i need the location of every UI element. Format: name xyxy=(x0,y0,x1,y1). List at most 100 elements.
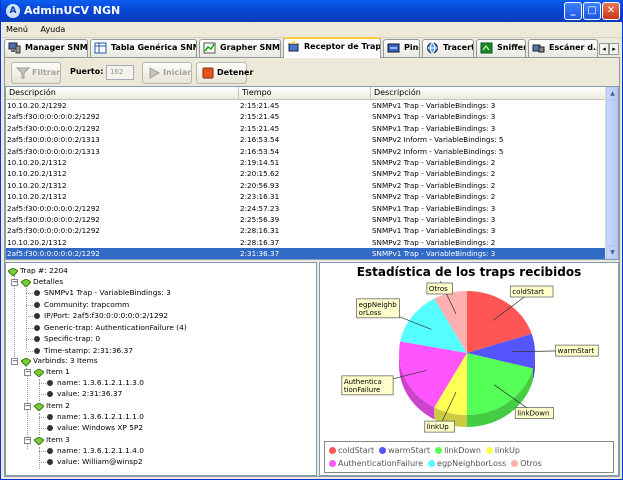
collapse-toggle[interactable]: − xyxy=(11,358,18,365)
tree-leaf-detail[interactable]: Time-stamp: 2:31:36.37 xyxy=(44,346,133,356)
table-row[interactable]: 10.10.20.2/1292 2:15:21.45 SNMPv1 Trap - V… xyxy=(6,100,606,111)
table-row[interactable]: 2af5:f30:0:0:0:0:0:2/1292 2:15:21.45 SNMPv… xyxy=(6,111,606,122)
tab-trap-receiver[interactable]: Receptor de Traps xyxy=(283,37,381,58)
table-row[interactable]: 2af5:f30:0:0:0:0:0:2/1292 2:15:21.45 SNMPv… xyxy=(6,123,606,134)
tree-root-trap[interactable]: Trap #: 2204 xyxy=(20,266,68,276)
table-row[interactable]: 10.10.20.2/1312 2:20:56.93 SNMPv2 Trap - V… xyxy=(6,180,606,191)
tree-leaf-oid-value[interactable]: value: 2:31:36.37 xyxy=(57,389,122,399)
cell-source: 2af5:f30:0:0:0:0:0:2/1313 xyxy=(7,135,100,145)
tree-leaf-oid-value[interactable]: value: William@winsp2 xyxy=(57,457,143,467)
table-row[interactable]: 10.10.20.2/1312 2:23:16.31 SNMPv2 Trap - V… xyxy=(6,191,606,202)
cell-time: 2:16:53.54 xyxy=(240,146,280,156)
tab-label: Sniffer xyxy=(497,43,526,52)
tab-tracert[interactable]: Tracert xyxy=(422,39,474,57)
legend-label: egpNeighborLoss xyxy=(437,459,507,468)
tree-connector xyxy=(39,462,46,463)
slice-label: Otros xyxy=(426,282,453,295)
slice-label: linkUp xyxy=(424,420,455,433)
legend-item: linkDown xyxy=(435,444,481,457)
tree-leaf-oid-name[interactable]: name: 1.3.6.1.2.1.1.1.0 xyxy=(57,412,144,422)
tree-node-details[interactable]: Detalles xyxy=(33,277,63,287)
table-row[interactable]: 2af5:f30:0:0:0:0:0:2/1292 2:24:57.23 SNMPv… xyxy=(6,203,606,214)
tree-node-item[interactable]: Item 3 xyxy=(46,435,70,445)
tree-node-item[interactable]: Item 2 xyxy=(46,401,70,411)
table-row[interactable]: 2af5:f30:0:0:0:0:0:2/1292 2:28:16.31 SNMPv… xyxy=(6,225,606,236)
tree-leaf-detail[interactable]: SNMPv1 Trap - VariableBindings: 3 xyxy=(44,288,171,298)
collapse-toggle[interactable]: − xyxy=(24,369,31,376)
table-row[interactable]: 2af5:f30:0:0:0:0:0:2/1292 2:31:36.37 SNMPv… xyxy=(6,248,606,259)
close-button[interactable]: ✕ xyxy=(602,2,620,20)
cell-description: SNMPv1 Trap - VariableBindings: 3 xyxy=(372,112,496,122)
tree-leaf-detail[interactable]: Generic-trap: AuthenticationFailure (4) xyxy=(44,323,187,333)
tree-node-varbinds[interactable]: Varbinds: 3 Items xyxy=(33,356,98,366)
grapher-icon xyxy=(203,42,216,54)
column-header-source[interactable]: Descripción xyxy=(6,87,239,100)
cell-source: 10.10.20.2/1312 xyxy=(7,237,67,247)
tree-leaf-detail[interactable]: IP/Port: 2af5:f30:0:0:0:0:0:2/1292 xyxy=(44,311,168,321)
tab-sniffer[interactable]: Sniffer xyxy=(476,39,526,57)
table-row[interactable]: 2af5:f30:0:0:0:0:0:2/1292 2:25:56.39 SNMPv… xyxy=(6,214,606,225)
tab-scroll-right-button[interactable]: ▸ xyxy=(609,43,619,55)
tree-leaf-detail[interactable]: Specific-trap: 0 xyxy=(44,334,100,344)
start-button[interactable]: Iniciar xyxy=(142,62,192,84)
table-scrollbar[interactable]: ▲ ▼ xyxy=(605,87,618,259)
cell-source: 10.10.20.2/1292 xyxy=(7,101,67,110)
cell-time: 2:24:57.23 xyxy=(240,203,280,213)
tree-leaf-oid-value[interactable]: value: Windows XP 5P2 xyxy=(57,423,143,433)
legend-swatch xyxy=(329,460,336,467)
table-row[interactable]: 2af5:f30:0:0:0:0:0:2/1313 2:16:53.54 SNMPv… xyxy=(6,146,606,157)
table-row[interactable]: 10.10.20.2/1312 2:28:16.37 SNMPv2 Trap - V… xyxy=(6,237,606,248)
legend-swatch xyxy=(511,460,519,467)
legend-label: linkDown xyxy=(444,446,481,455)
title-bar[interactable]: A AdminUCV NGN _ □ ✕ xyxy=(1,0,622,22)
tree-leaf-detail[interactable]: Community: trapcomm xyxy=(44,300,129,310)
stop-button[interactable]: Detener xyxy=(196,62,253,84)
globe-icon xyxy=(427,42,438,54)
tree-node-icon xyxy=(34,437,44,445)
legend-label: AuthenticationFailure xyxy=(338,459,424,468)
tree-leaf-oid-name[interactable]: name: 1.3.6.1.2.1.1.3.0 xyxy=(57,378,144,388)
tree-leaf-oid-name[interactable]: name: 1.3.6.1.2.1.1.4.0 xyxy=(57,446,144,456)
collapse-toggle[interactable]: − xyxy=(11,279,18,286)
tab-scroll-left-button[interactable]: ◂ xyxy=(599,43,609,55)
tree-connector xyxy=(26,339,33,340)
cell-time: 2:23:16.31 xyxy=(240,192,280,202)
manager-icon xyxy=(8,42,21,54)
menu-item-menu[interactable]: Menú xyxy=(1,22,33,38)
leaf-bullet-icon xyxy=(47,459,53,465)
tab-grapher-snmp[interactable]: Grapher SNMP xyxy=(199,39,281,57)
scroll-thumb[interactable] xyxy=(606,100,618,246)
collapse-toggle[interactable]: − xyxy=(24,403,31,410)
table-row[interactable]: 10.10.20.2/1312 2:19:14.51 SNMPv2 Trap - V… xyxy=(6,157,606,168)
scroll-down-arrow[interactable]: ▼ xyxy=(606,246,618,259)
slice-label: linkDown xyxy=(514,407,554,419)
table-body: 10.10.20.2/1292 2:15:21.45 SNMPv1 Trap - V… xyxy=(6,100,606,259)
scroll-up-arrow[interactable]: ▲ xyxy=(606,87,618,100)
tree-node-item[interactable]: Item 1 xyxy=(46,367,70,377)
tab-ping[interactable]: Ping xyxy=(383,39,420,57)
column-header-time[interactable]: Tiempo xyxy=(239,87,371,100)
maximize-button[interactable]: □ xyxy=(583,2,601,20)
cell-time: 2:28:16.37 xyxy=(240,237,280,247)
collapse-toggle[interactable]: − xyxy=(24,437,31,444)
cell-description: SNMPv2 Trap - VariableBindings: 2 xyxy=(372,169,496,179)
port-label: Puerto: xyxy=(70,67,104,76)
legend-item: coldStart xyxy=(329,444,374,457)
scanner-icon xyxy=(532,44,545,53)
port-input[interactable]: 162 xyxy=(106,65,134,80)
table-row[interactable]: 2af5:f30:0:0:0:0:0:2/1313 2:16:53.54 SNMPv… xyxy=(6,134,606,145)
legend-swatch xyxy=(329,447,336,454)
minimize-button[interactable]: _ xyxy=(564,2,582,20)
tab-scanner[interactable]: Escáner d... xyxy=(528,39,598,57)
cell-description: SNMPv2 Trap - VariableBindings: 2 xyxy=(372,157,496,167)
table-row[interactable]: 10.10.20.2/1312 2:20:15.62 SNMPv2 Trap - V… xyxy=(6,168,606,179)
filter-button[interactable]: Filtrar xyxy=(11,62,61,84)
legend-swatch xyxy=(435,447,443,454)
slice-label: egpNeighborLoss xyxy=(356,298,400,319)
tab-generic-table[interactable]: Tabla Genérica SNMP xyxy=(90,39,197,57)
cell-source: 10.10.20.2/1312 xyxy=(7,157,67,167)
menu-item-help[interactable]: Ayuda xyxy=(36,22,71,38)
tree-node-icon xyxy=(21,358,31,366)
tab-manager-snmp[interactable]: Manager SNMP xyxy=(4,39,88,57)
column-header-description[interactable]: Descripción xyxy=(371,87,606,100)
